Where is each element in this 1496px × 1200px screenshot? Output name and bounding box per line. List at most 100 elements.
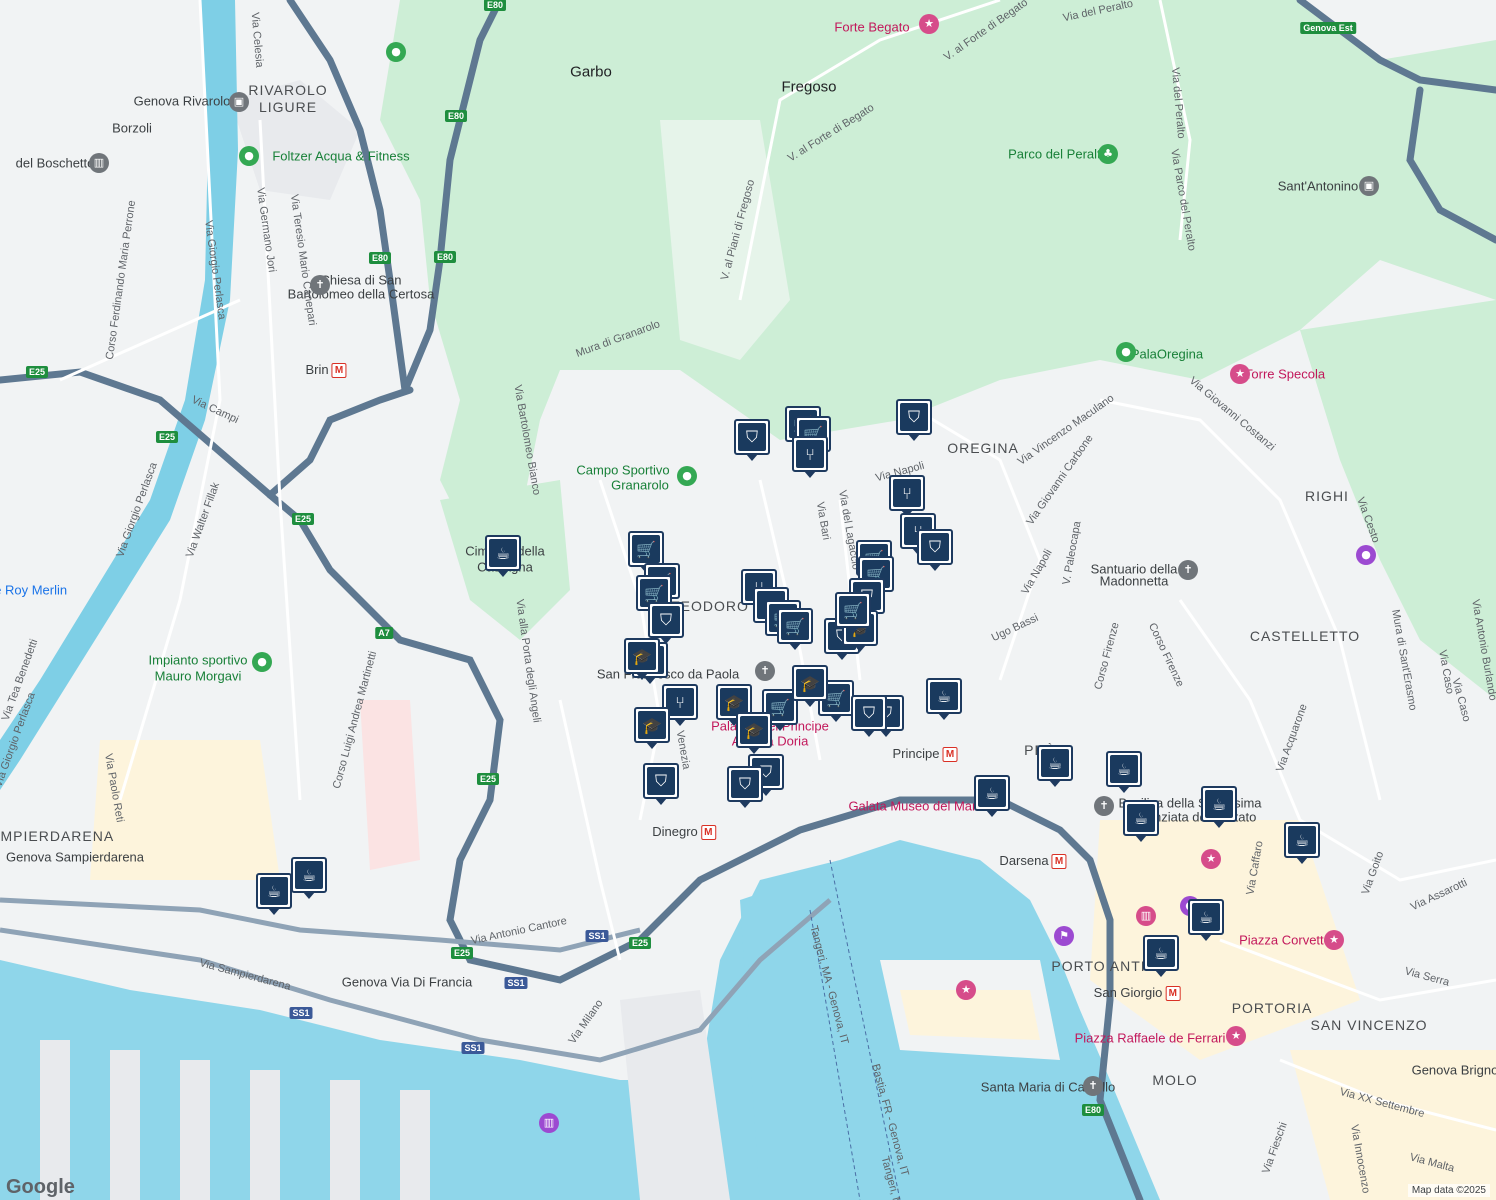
poi-label[interactable]: Forte Begato (834, 20, 909, 35)
poi-dot-icon[interactable]: ● (252, 652, 272, 672)
poi-dot-icon[interactable]: ✝ (1094, 796, 1114, 816)
poi-label[interactable]: Foltzer Acqua & Fitness (272, 149, 409, 164)
map-marker[interactable]: 🛒 (777, 608, 813, 650)
map-marker[interactable]: ☕ (1106, 751, 1142, 793)
map-marker[interactable]: ⛉ (734, 419, 770, 461)
poi-label[interactable]: Genova Rivarolo (134, 94, 231, 109)
poi-dot-icon[interactable]: ✝ (755, 661, 775, 681)
poi-label[interactable]: Genova Via Di Francia (342, 975, 473, 990)
poi-dot-icon[interactable]: ★ (1226, 1026, 1246, 1046)
map-marker[interactable]: ☕ (1201, 786, 1237, 828)
poi-label[interactable]: Granarolo (611, 478, 669, 493)
poi-dot-icon[interactable]: ★ (1230, 364, 1250, 384)
poi-dot-icon[interactable]: ★ (956, 980, 976, 1000)
poi-dot-icon[interactable]: ● (1116, 342, 1136, 362)
map-marker[interactable]: 🎓 (624, 638, 660, 680)
poi-label[interactable]: Brin M (305, 362, 347, 379)
road-shield: SS1 (461, 1042, 485, 1054)
poi-dot-icon[interactable]: ▣ (1359, 176, 1379, 196)
map-canvas[interactable]: Garbo Fregoso RIVAROLO LIGURE OREGINA RIGHI CA… (0, 0, 1496, 1200)
poi-label[interactable]: Piazza Corvetto (1239, 933, 1331, 948)
poi-dot-icon[interactable]: ● (386, 42, 406, 62)
poi-dot-icon[interactable]: ● (677, 466, 697, 486)
map-marker[interactable]: ☕ (256, 873, 292, 915)
poi-label[interactable]: Campo Sportivo (576, 463, 669, 478)
poi-label[interactable]: Madonnetta (1100, 574, 1169, 589)
map-marker[interactable]: ⛉ (917, 529, 953, 571)
poi-label[interactable]: Darsena M (999, 853, 1067, 870)
map-marker[interactable]: 🛒 (835, 592, 871, 634)
poi-dot-icon[interactable]: ● (1356, 545, 1376, 565)
poi-label[interactable]: San Giorgio M (1094, 985, 1181, 1002)
map-marker[interactable]: ☕ (291, 857, 327, 899)
poi-label[interactable]: Genova Sampierdarena (6, 850, 144, 865)
road-shield: E25 (450, 947, 474, 959)
bag-icon: ⛉ (921, 533, 949, 561)
map-marker[interactable]: ⛉ (727, 766, 763, 808)
bag-icon: ⛉ (652, 606, 680, 634)
poi-dot-icon[interactable]: ★ (1201, 849, 1221, 869)
map-marker[interactable]: ⛉ (851, 695, 887, 737)
map-marker[interactable]: ⑂ (889, 475, 925, 517)
poi-dot-icon[interactable]: ✝ (1083, 1076, 1103, 1096)
map-marker[interactable]: ☕ (926, 678, 962, 720)
metro-icon: M (1051, 854, 1067, 870)
map-marker[interactable]: ☕ (1037, 745, 1073, 787)
poi-label[interactable]: San Francesco da Paola (597, 667, 739, 682)
poi-label[interactable]: Principe M (893, 746, 958, 763)
map-marker[interactable]: ☕ (1188, 899, 1224, 941)
road-shield: E80 (1081, 1104, 1105, 1116)
area-label: RIGHI (1305, 488, 1349, 504)
bag-icon: ⛉ (855, 699, 883, 727)
map-marker[interactable]: ⛉ (643, 763, 679, 805)
map-marker[interactable]: 🛒 (628, 531, 664, 573)
poi-dot-icon[interactable]: ♣ (1098, 144, 1118, 164)
map-marker[interactable]: ⛉ (896, 399, 932, 441)
poi-label[interactable]: Genova Brignole (1412, 1063, 1496, 1078)
poi-dot-icon[interactable]: ▣ (229, 92, 249, 112)
poi-label[interactable]: Impianto sportivo (149, 653, 248, 668)
map-marker[interactable]: 🎓 (736, 712, 772, 754)
poi-dot-icon[interactable]: ★ (919, 14, 939, 34)
bag-icon: ⛉ (647, 767, 675, 795)
poi-label[interactable]: Piazza Raffaele de Ferrari (1075, 1031, 1226, 1046)
poi-label[interactable]: Mauro Morgavi (155, 669, 242, 684)
poi-label[interactable]: Dinegro M (652, 824, 716, 841)
road-shield: E80 (483, 0, 507, 11)
map-marker[interactable]: 🎓 (634, 707, 670, 749)
map-marker[interactable]: ⛉ (648, 602, 684, 644)
map-marker[interactable]: 🎓 (792, 665, 828, 707)
map-marker[interactable]: ☕ (485, 535, 521, 577)
map-marker[interactable]: ☕ (1143, 935, 1179, 977)
map-attribution[interactable]: Map data ©2025 (1407, 1184, 1490, 1197)
area-label: OREGINA (947, 440, 1019, 456)
poi-label[interactable]: Chiesa di San (321, 273, 402, 288)
poi-label[interactable]: Sant'Antonino (1278, 179, 1359, 194)
poi-label[interactable]: Le Roy Merlin (0, 583, 67, 598)
poi-label[interactable]: Borzoli (112, 121, 152, 136)
map-marker[interactable]: ☕ (1123, 800, 1159, 842)
area-label: SAN VINCENZO (1310, 1017, 1428, 1033)
cup-icon: ☕ (1127, 804, 1155, 832)
cup-icon: ☕ (1147, 939, 1175, 967)
poi-dot-icon[interactable]: ✝ (1178, 560, 1198, 580)
poi-dot-icon[interactable]: ▥ (1136, 906, 1156, 926)
map-marker[interactable]: ☕ (974, 775, 1010, 817)
bag-icon: ⛉ (738, 423, 766, 451)
poi-label[interactable]: Torre Specola (1245, 367, 1325, 382)
cap-icon: 🎓 (796, 669, 824, 697)
poi-label[interactable]: Galata Museo del Mare (848, 799, 983, 814)
map-marker[interactable]: ⑂ (792, 436, 828, 478)
area-label: MOLO (1152, 1072, 1198, 1088)
poi-dot-icon[interactable]: ● (239, 146, 259, 166)
poi-dot-icon[interactable]: ★ (1324, 930, 1344, 950)
poi-dot-icon[interactable]: ▥ (89, 153, 109, 173)
map-marker[interactable]: ☕ (1284, 822, 1320, 864)
poi-dot-icon[interactable]: ✝ (310, 275, 330, 295)
area-label: RIVAROLO (248, 82, 328, 98)
poi-dot-icon[interactable]: ▥ (539, 1113, 559, 1133)
poi-label[interactable]: Parco del Peralto (1008, 147, 1108, 162)
poi-dot-icon[interactable]: ⚑ (1054, 926, 1074, 946)
poi-label[interactable]: PalaOregina (1131, 347, 1203, 362)
poi-label[interactable]: del Boschetto (16, 156, 95, 171)
